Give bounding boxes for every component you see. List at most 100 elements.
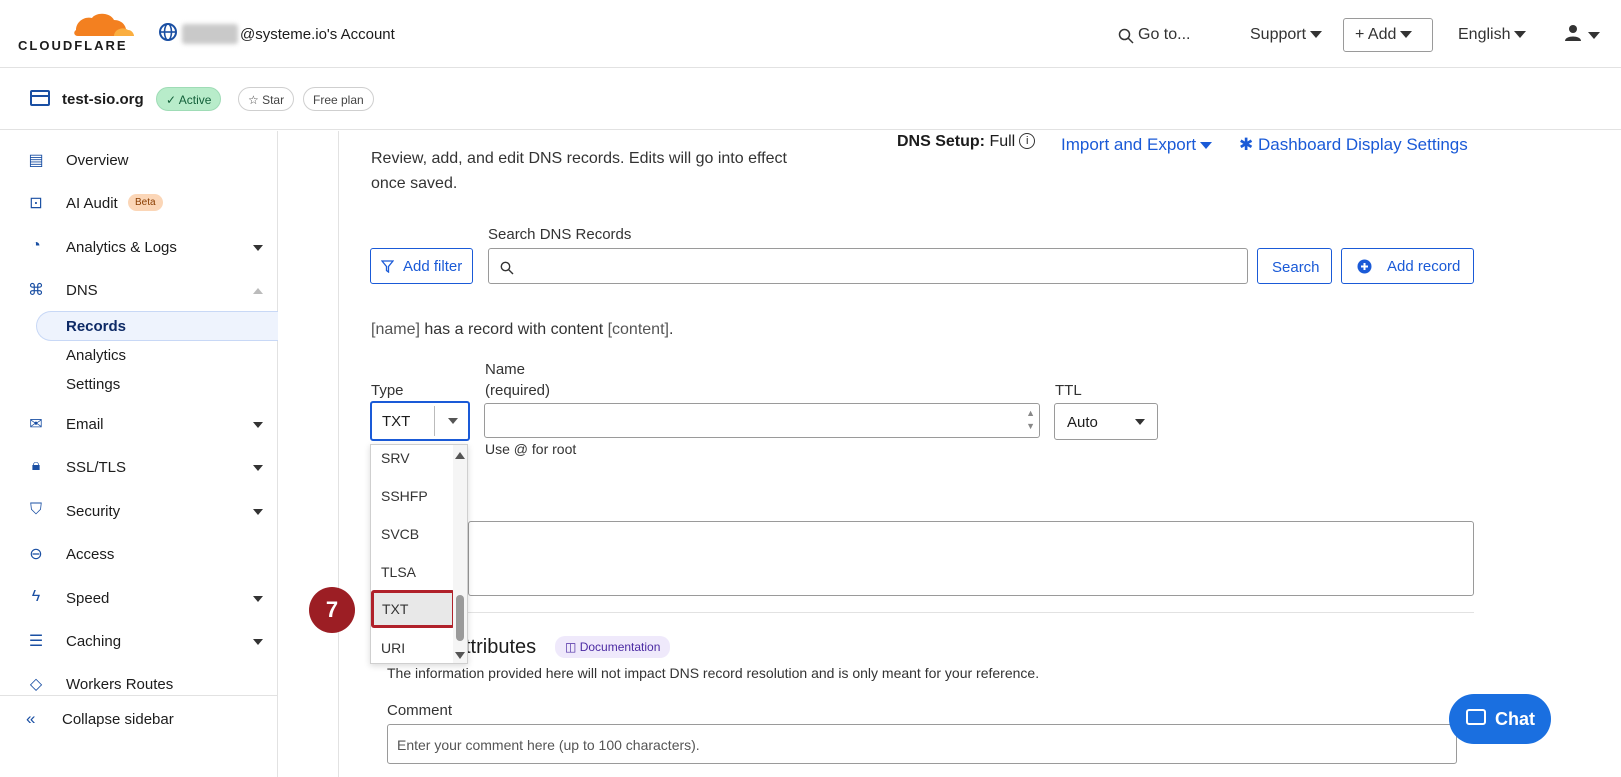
type-select[interactable]: TXT bbox=[370, 401, 470, 441]
ttl-select[interactable]: Auto bbox=[1054, 403, 1158, 440]
chevron-down-icon bbox=[1310, 31, 1323, 39]
sidebar-subitem-settings[interactable]: Settings bbox=[66, 376, 120, 393]
add-filter-label: Add filter bbox=[403, 258, 463, 275]
name-label: Name bbox=[485, 361, 526, 378]
double-chevron-left-icon: « bbox=[26, 709, 36, 728]
chevron-down-icon bbox=[253, 509, 263, 515]
network-icon: ⌘ bbox=[28, 282, 44, 299]
scroll-down-arrow-icon[interactable] bbox=[455, 652, 465, 659]
content-textarea[interactable] bbox=[468, 521, 1474, 596]
search-button[interactable]: Search bbox=[1257, 248, 1332, 284]
sidebar-item-label: Workers Routes bbox=[66, 676, 174, 693]
sidebar-item-label: Overview bbox=[66, 152, 129, 169]
search-input[interactable] bbox=[488, 248, 1248, 284]
search-label: Search DNS Records bbox=[488, 226, 632, 243]
add-filter-button[interactable]: Add filter bbox=[370, 248, 473, 284]
sidebar-item-security[interactable]: ⛉ Security bbox=[0, 497, 278, 527]
sidebar-item-analytics-logs[interactable]: ◔ Analytics & Logs bbox=[0, 233, 278, 263]
type-dropdown-list[interactable]: SRV SSHFP SVCB TLSA TXT URI bbox=[370, 444, 468, 664]
language-label: English bbox=[1458, 26, 1511, 43]
lock-icon: 🔒︎ bbox=[31, 457, 41, 474]
brand-name: CLOUDFLARE bbox=[18, 38, 128, 53]
collapse-sidebar-button[interactable]: « Collapse sidebar bbox=[0, 695, 278, 741]
cloudflare-logo[interactable]: CLOUDFLARE bbox=[18, 12, 136, 56]
type-option-srv[interactable]: SRV bbox=[371, 445, 455, 477]
plan-badge[interactable]: Free plan bbox=[303, 87, 374, 111]
sidebar-item-caching[interactable]: ☰ Caching bbox=[0, 627, 278, 657]
chevron-down-icon bbox=[253, 465, 263, 471]
add-button[interactable]: + Add bbox=[1343, 18, 1433, 52]
lightning-icon: ϟ bbox=[31, 588, 41, 605]
sidebar-item-access[interactable]: ⊖ Access bbox=[0, 540, 278, 570]
sidebar-item-label: AI Audit bbox=[66, 195, 118, 212]
sidebar-item-ssl-tls[interactable]: 🔒︎ SSL/TLS bbox=[0, 453, 278, 483]
sidebar-item-dns[interactable]: ⌘ DNS bbox=[0, 276, 278, 306]
type-option-txt[interactable]: TXT bbox=[371, 590, 455, 628]
search-icon bbox=[1118, 28, 1134, 44]
chevron-down-icon bbox=[448, 418, 458, 424]
chat-button[interactable]: Chat bbox=[1449, 694, 1551, 744]
name-input[interactable]: ▲ ▼ bbox=[484, 403, 1040, 438]
beta-badge: Beta bbox=[128, 194, 163, 211]
dropdown-scrollbar[interactable] bbox=[453, 445, 467, 663]
sidebar-item-label: Email bbox=[66, 416, 104, 433]
sidebar: ▤ Overview ⊡ AI Audit Beta ◔ Analytics &… bbox=[0, 131, 278, 777]
type-option-uri[interactable]: URI bbox=[371, 629, 455, 663]
top-bar: CLOUDFLARE @systeme.io's Account Go to..… bbox=[0, 0, 1621, 68]
dns-setup-label: DNS Setup: bbox=[897, 133, 985, 150]
documentation-link[interactable]: ◫ Documentation bbox=[555, 636, 671, 658]
zone-name[interactable]: test-sio.org bbox=[62, 91, 144, 108]
hint-name-placeholder: [name] bbox=[371, 321, 420, 338]
language-menu[interactable]: English bbox=[1458, 26, 1527, 44]
dns-setup-value: Full bbox=[989, 133, 1016, 150]
hint-end: . bbox=[668, 321, 674, 338]
comment-label: Comment bbox=[387, 702, 453, 719]
search-icon bbox=[500, 261, 514, 275]
add-record-button[interactable]: Add record bbox=[1341, 248, 1474, 284]
comment-input[interactable]: Enter your comment here (up to 100 chara… bbox=[387, 724, 1457, 764]
user-menu[interactable] bbox=[1564, 24, 1604, 48]
chevron-down-icon bbox=[1135, 419, 1145, 425]
section-divider bbox=[468, 612, 1474, 613]
name-required-label: (required) bbox=[485, 382, 551, 399]
dns-records-panel: Review, add, and edit DNS records. Edits… bbox=[338, 131, 1621, 777]
type-option-tlsa[interactable]: TLSA bbox=[371, 553, 455, 591]
spinner-arrows-icon[interactable]: ▲ ▼ bbox=[1026, 407, 1035, 433]
filter-icon bbox=[381, 260, 394, 273]
cloud-icon bbox=[74, 13, 134, 37]
chevron-up-icon bbox=[253, 288, 263, 294]
access-icon: ⊖ bbox=[29, 546, 43, 563]
info-icon[interactable]: i bbox=[1019, 133, 1036, 149]
goto-button[interactable]: Go to... bbox=[1138, 26, 1190, 44]
type-option-svcb[interactable]: SVCB bbox=[371, 515, 455, 553]
chevron-down-icon bbox=[1200, 142, 1213, 150]
scrollbar-thumb[interactable] bbox=[456, 595, 464, 641]
chevron-down-icon bbox=[253, 596, 263, 602]
support-label: Support bbox=[1250, 26, 1307, 43]
hint-text: has a record with content bbox=[419, 321, 608, 338]
record-hint: [name] has a record with content [conten… bbox=[371, 321, 673, 339]
storage-icon: ☰ bbox=[28, 633, 44, 650]
sidebar-item-overview[interactable]: ▤ Overview bbox=[0, 146, 278, 176]
sidebar-item-label: Analytics & Logs bbox=[66, 239, 177, 256]
chat-bubble-icon bbox=[1466, 709, 1486, 725]
import-export-menu[interactable]: Import and Export bbox=[1061, 135, 1213, 155]
page-description: Review, add, and edit DNS records. Edits… bbox=[371, 150, 787, 192]
support-menu[interactable]: Support bbox=[1250, 26, 1323, 44]
search-button-label: Search bbox=[1272, 259, 1320, 276]
chevron-down-icon bbox=[1400, 31, 1413, 39]
star-button[interactable]: ☆ Star bbox=[238, 87, 295, 111]
status-badge: ✓ Active bbox=[156, 87, 222, 111]
scroll-up-arrow-icon[interactable] bbox=[455, 452, 465, 459]
dashboard-display-settings[interactable]: ✱ Dashboard Display Settings bbox=[1239, 135, 1468, 155]
sidebar-subitem-analytics[interactable]: Analytics bbox=[66, 347, 126, 364]
sidebar-item-ai-audit[interactable]: ⊡ AI Audit Beta bbox=[0, 189, 278, 219]
sidebar-subitem-records[interactable]: Records bbox=[36, 311, 278, 341]
documentation-label: Documentation bbox=[579, 640, 661, 654]
account-name[interactable]: @systeme.io's Account bbox=[240, 26, 395, 43]
globe-icon bbox=[159, 23, 177, 41]
sidebar-item-email[interactable]: ✉ Email bbox=[0, 410, 278, 440]
type-option-sshfp[interactable]: SSHFP bbox=[371, 477, 455, 515]
account-email-redacted bbox=[182, 24, 238, 44]
sidebar-item-speed[interactable]: ϟ Speed bbox=[0, 584, 278, 614]
